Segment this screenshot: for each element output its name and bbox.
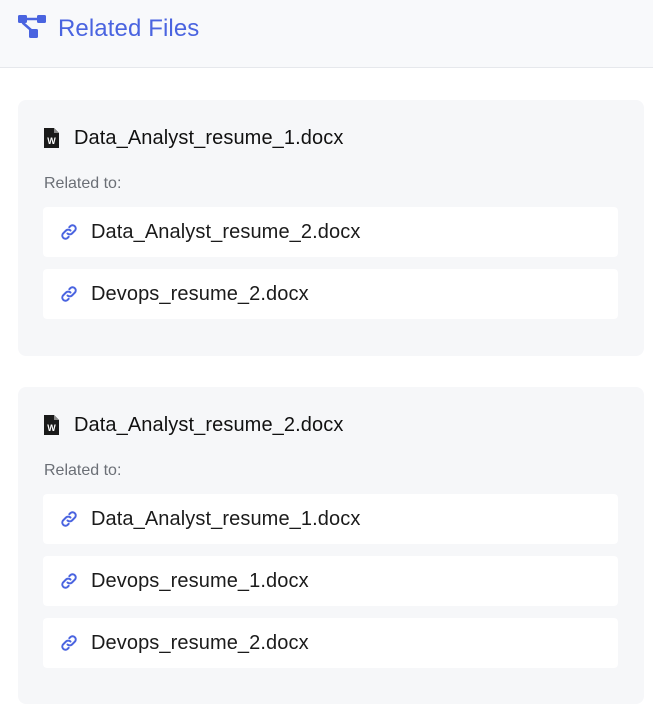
file-name: Data_Analyst_resume_1.docx	[74, 126, 344, 149]
related-file-name: Data_Analyst_resume_1.docx	[91, 507, 361, 530]
svg-text:W: W	[47, 423, 56, 433]
file-name: Data_Analyst_resume_2.docx	[74, 413, 344, 436]
file-card: W Data_Analyst_resume_1.docx Related to:…	[18, 100, 644, 356]
related-list: Data_Analyst_resume_1.docx Devops_resume…	[43, 494, 618, 680]
related-to-label: Related to:	[44, 175, 122, 192]
link-icon	[59, 509, 79, 529]
relationship-icon	[17, 14, 47, 40]
related-file-item[interactable]: Devops_resume_2.docx	[43, 269, 618, 319]
related-list: Data_Analyst_resume_2.docx Devops_resume…	[43, 207, 618, 331]
related-file-name: Data_Analyst_resume_2.docx	[91, 220, 361, 243]
related-files-header: Related Files	[0, 0, 653, 68]
link-icon	[59, 633, 79, 653]
related-file-item[interactable]: Devops_resume_1.docx	[43, 556, 618, 606]
word-document-icon: W	[43, 127, 60, 149]
link-icon	[59, 284, 79, 304]
word-document-icon: W	[43, 414, 60, 436]
file-header: W Data_Analyst_resume_1.docx	[43, 124, 343, 152]
link-icon	[59, 222, 79, 242]
related-file-item[interactable]: Devops_resume_2.docx	[43, 618, 618, 668]
related-file-name: Devops_resume_2.docx	[91, 282, 309, 305]
svg-text:W: W	[47, 136, 56, 146]
page-title: Related Files	[58, 15, 200, 42]
related-file-name: Devops_resume_1.docx	[91, 569, 309, 592]
related-file-name: Devops_resume_2.docx	[91, 631, 309, 654]
file-card: W Data_Analyst_resume_2.docx Related to:…	[18, 387, 644, 704]
link-icon	[59, 571, 79, 591]
related-file-item[interactable]: Data_Analyst_resume_1.docx	[43, 494, 618, 544]
file-header: W Data_Analyst_resume_2.docx	[43, 411, 343, 439]
related-file-item[interactable]: Data_Analyst_resume_2.docx	[43, 207, 618, 257]
related-to-label: Related to:	[44, 462, 122, 479]
